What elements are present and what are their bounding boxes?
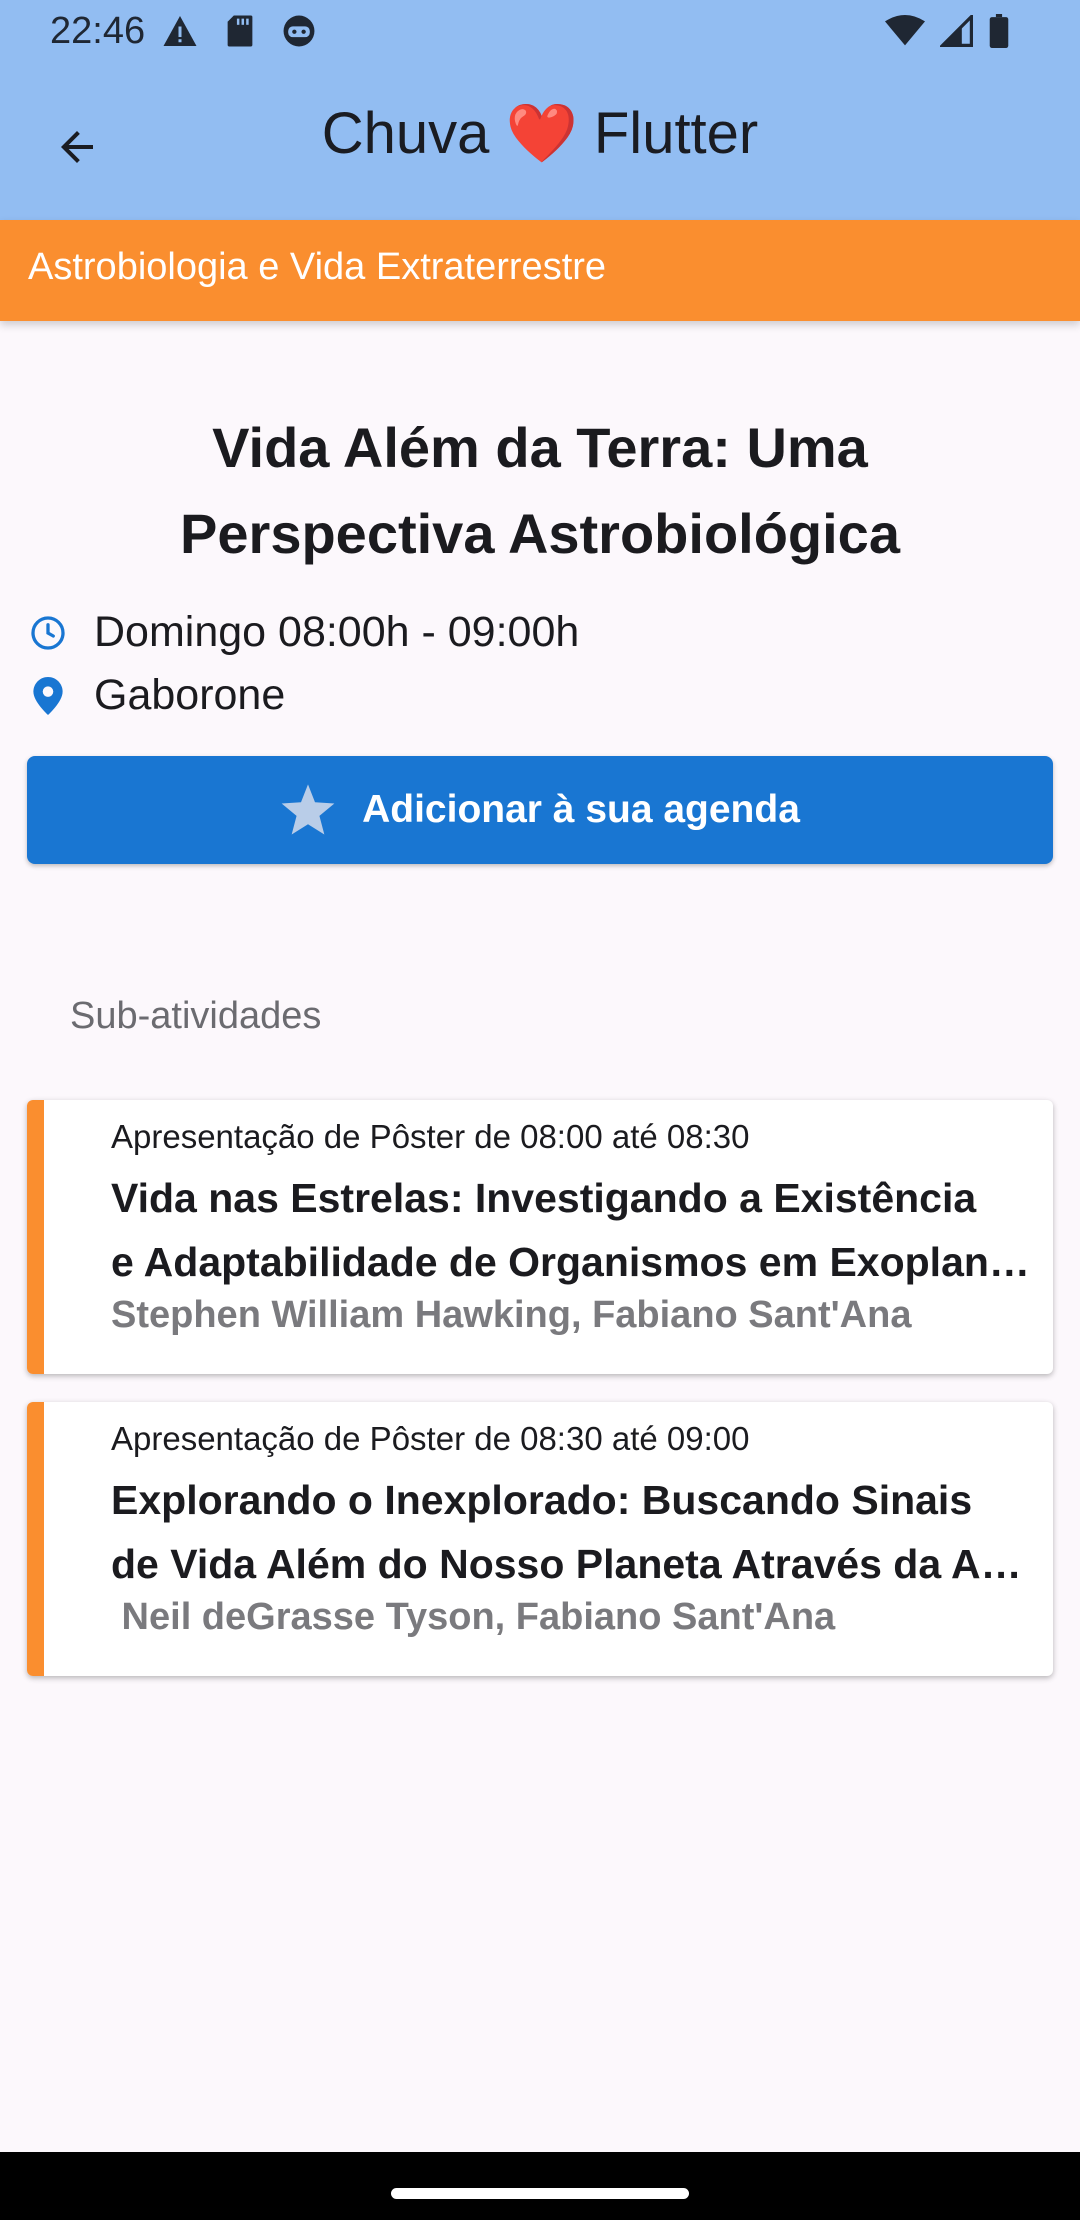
clock-icon [28,613,68,653]
screen: 22:46 Chuva ❤️ Flutter Astrobiologia e V… [0,0,1080,2220]
sub-activity-authors: Stephen William Hawking, Fabiano Sant'An… [111,1294,912,1336]
wifi-icon [884,15,926,52]
sub-activity-title: Explorando o Inexplorado: Buscando Sinai… [111,1468,1041,1596]
signal-icon [938,12,974,52]
activity-location: Gaborone [94,671,286,719]
app-title: Chuva ❤️ Flutter [0,100,1080,168]
android-head-icon [282,14,316,53]
sub-activity-title-line-2: de Vida Além do Nosso Planeta Através da… [111,1541,1041,1587]
category-label: Astrobiologia e Vida Extraterrestre [28,246,607,288]
sub-activity-kind: Apresentação de Pôster de 08:00 até 08:3… [111,1118,750,1155]
category-banner: Astrobiologia e Vida Extraterrestre [0,220,1080,321]
sub-activity-title-line-2: e Adaptabilidade de Organismos em Exopla… [111,1239,1041,1285]
card-accent-bar [27,1402,44,1676]
sub-activity-card-2[interactable]: Apresentação de Pôster de 08:30 até 09:0… [27,1402,1053,1676]
add-to-agenda-label: Adicionar à sua agenda [362,788,800,831]
star-icon [280,783,336,837]
system-navigation-bar [0,2152,1080,2220]
app-title-left: Chuva [321,101,490,166]
sub-activity-title-line-1: Vida nas Estrelas: Investigando a Existê… [111,1175,977,1221]
activity-title-line-2: Perspectiva Astrobiológica [180,502,900,565]
home-gesture-handle[interactable] [391,2188,689,2199]
add-to-agenda-button[interactable]: Adicionar à sua agenda [27,756,1053,864]
sd-card-icon [226,14,254,53]
app-title-right: Flutter [593,101,759,166]
sub-activity-title-line-1: Explorando o Inexplorado: Buscando Sinai… [111,1477,973,1523]
location-pin-icon [28,676,68,716]
status-time: 22:46 [50,10,146,52]
activity-time: Domingo 08:00h - 09:00h [94,608,580,656]
activity-time-row: Domingo 08:00h - 09:00h [28,608,579,657]
card-accent-bar [27,1100,44,1374]
app-bar: 22:46 Chuva ❤️ Flutter [0,0,1080,220]
sub-activity-title: Vida nas Estrelas: Investigando a Existê… [111,1166,1041,1294]
battery-icon [988,14,1010,53]
sub-activity-card-1[interactable]: Apresentação de Pôster de 08:00 até 08:3… [27,1100,1053,1374]
sub-activity-kind: Apresentação de Pôster de 08:30 até 09:0… [111,1420,750,1457]
sub-activity-authors: Neil deGrasse Tyson, Fabiano Sant'Ana [111,1596,836,1638]
activity-location-row: Gaborone [28,671,285,720]
activity-title: Vida Além da Terra: Uma Perspectiva Astr… [80,405,1000,577]
heart-icon: ❤️ [505,101,578,166]
warning-icon [162,14,198,53]
sub-activities-heading: Sub-atividades [70,995,322,1037]
status-left-icons [162,14,316,53]
activity-title-line-1: Vida Além da Terra: Uma [212,416,868,479]
status-right-icons [884,12,1010,53]
